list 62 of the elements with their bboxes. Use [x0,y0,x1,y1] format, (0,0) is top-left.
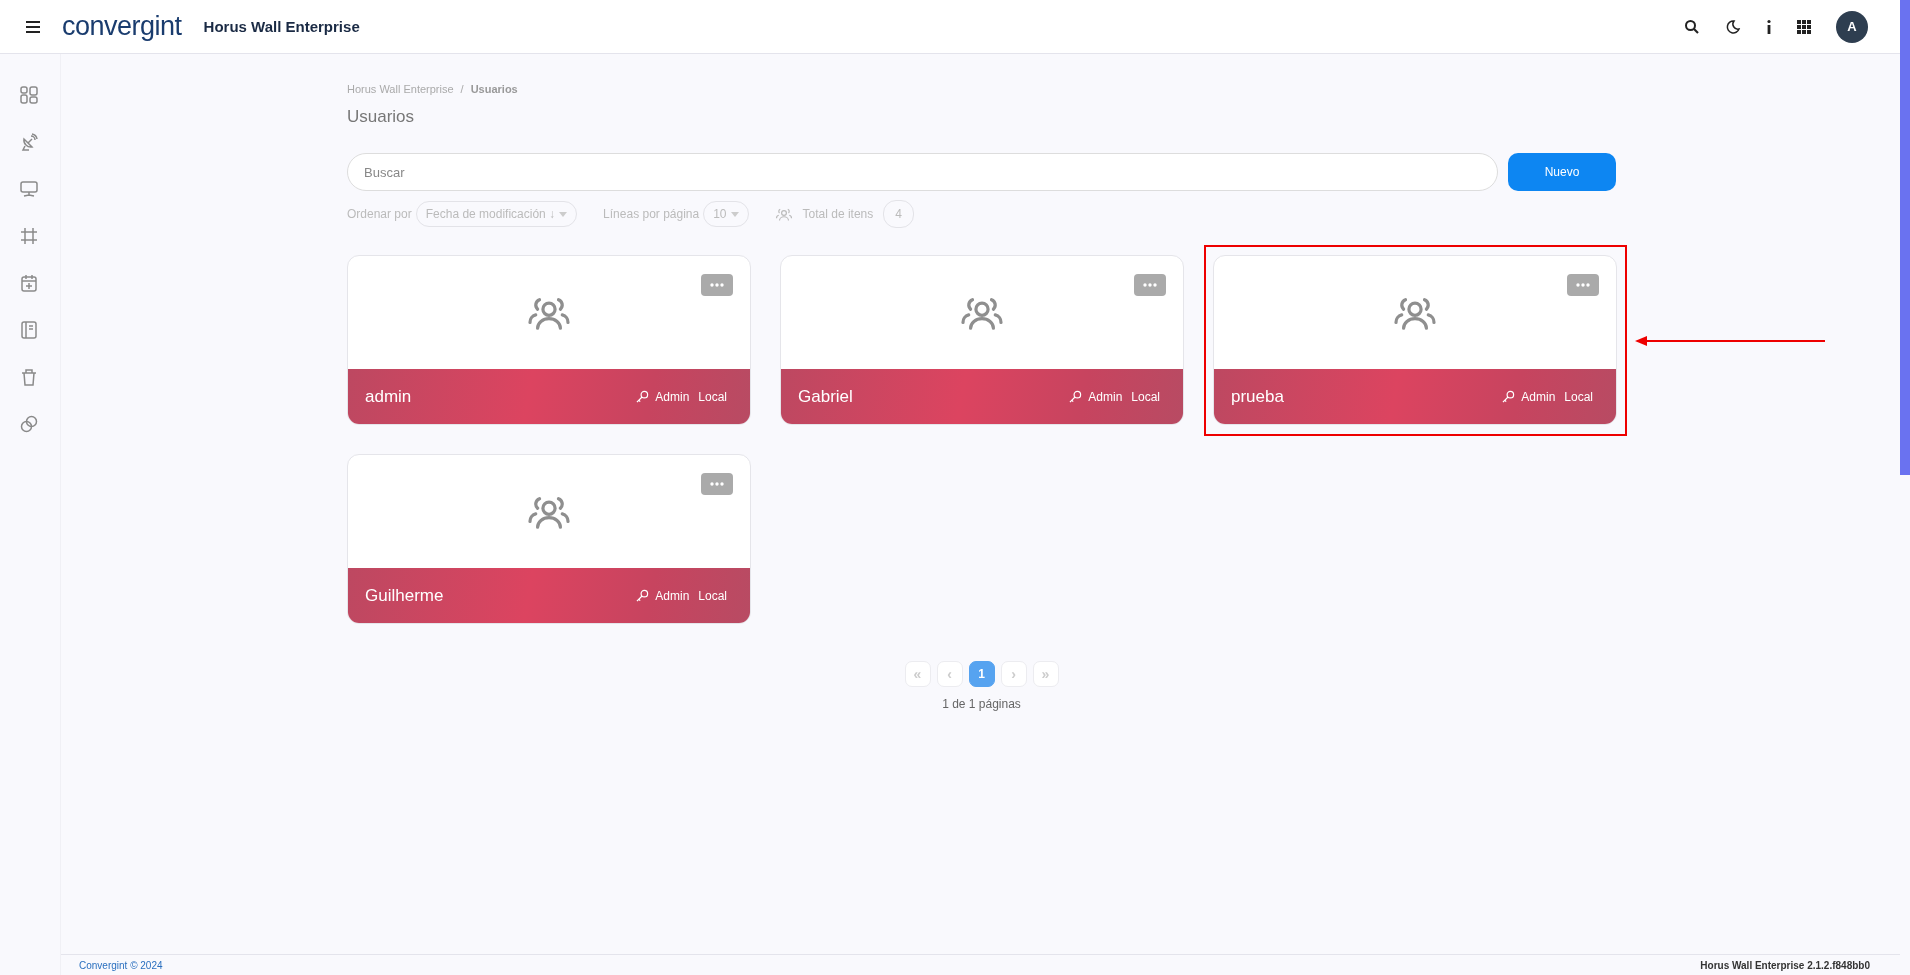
more-icon [710,283,724,287]
footer-link[interactable]: Convergint © 2024 [79,959,163,971]
menu-icon[interactable] [26,20,40,33]
user-card[interactable]: admin Admin Local [347,255,751,425]
page-title: Usuarios [347,107,416,127]
moon-icon[interactable] [1725,18,1741,35]
total-items-label: Total de itens [802,207,874,221]
breadcrumb-current: Usuarios [470,83,518,95]
key-icon [636,390,650,403]
user-source: Local [698,389,727,404]
calendar-plus-icon[interactable] [20,274,38,292]
page-summary: 1 de 1 páginas [941,697,1022,711]
user-card[interactable]: prueba Admin Local [1213,255,1617,425]
user-role: Admin [655,588,690,603]
more-options-button[interactable] [1567,274,1599,296]
breadcrumb-link[interactable]: Horus Wall Enterprise [347,83,454,95]
user-source: Local [1131,389,1160,404]
user-source: Local [1564,389,1593,404]
search-field[interactable]: Buscar [347,153,1498,191]
app-title: Horus Wall Enterprise [203,18,360,35]
key-icon [636,589,650,602]
key-icon [1069,390,1083,403]
lines-per-page-label: Líneas por página [603,207,700,221]
frame-icon[interactable] [20,227,38,245]
overlap-circles-icon[interactable] [20,415,38,433]
user-role: Admin [1088,389,1123,404]
monitor-icon[interactable] [20,180,38,198]
user-name: Gabriel [798,386,854,407]
key-icon [1502,390,1516,403]
more-options-button[interactable] [701,274,733,296]
more-options-button[interactable] [1134,274,1166,296]
search-icon[interactable] [1684,18,1700,35]
user-role: Admin [1521,389,1556,404]
footer-version: Horus Wall Enterprise 2.1.2.f848bb0 [1700,959,1870,971]
page-button[interactable]: 1 [968,661,995,687]
user-name: prueba [1231,386,1285,407]
new-button[interactable]: Nuevo [1508,153,1616,191]
user-name: Guilherme [365,585,445,606]
more-icon [710,482,724,486]
users-icon [774,206,793,222]
more-icon [1576,283,1590,287]
scrollbar[interactable] [1900,0,1910,475]
user-role: Admin [655,389,690,404]
caret-icon [559,211,568,217]
user-card[interactable]: Guilherme Admin Local [347,454,751,624]
satellite-dish-icon[interactable] [20,133,38,151]
user-card[interactable]: Gabriel Admin Local [780,255,1184,425]
info-icon[interactable] [1766,18,1772,35]
more-options-button[interactable] [701,473,733,495]
avatar[interactable]: A [1836,10,1868,43]
notebook-icon[interactable] [20,321,38,339]
more-icon [1143,283,1157,287]
total-items-count: 4 [883,200,914,228]
breadcrumb-separator: / [460,83,464,95]
dashboard-icon[interactable] [20,86,38,104]
apps-grid-icon[interactable] [1797,19,1811,34]
caret-icon [730,211,739,217]
sort-label: Ordenar por [347,207,412,221]
user-source: Local [698,588,727,603]
user-name: admin [365,386,413,407]
logo[interactable]: convergint [62,11,182,42]
trash-icon[interactable] [20,368,38,386]
